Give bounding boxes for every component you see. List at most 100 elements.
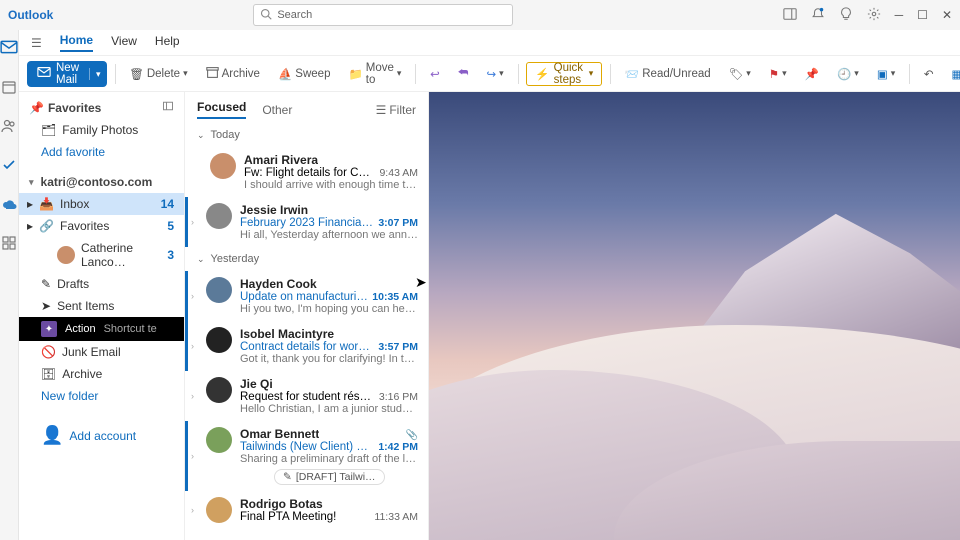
- drafts-icon: ✎: [41, 277, 51, 291]
- sender: Rodrigo Botas: [240, 497, 323, 511]
- chevron-down-icon: ▾: [891, 68, 896, 79]
- chevron-down-icon: ▾: [854, 68, 859, 79]
- folder-family-photos[interactable]: 🗂Family Photos: [19, 119, 184, 141]
- flag-button[interactable]: ⚑▾: [763, 61, 793, 87]
- search-box[interactable]: Search: [253, 4, 513, 26]
- shortcut-label: Shortcut te: [104, 323, 157, 335]
- attachment-icon: 📎: [406, 430, 418, 441]
- immersive-button[interactable]: ▦: [946, 61, 960, 87]
- lightning-icon: ⚡: [535, 67, 549, 81]
- chevron-right-icon[interactable]: ›: [191, 291, 194, 301]
- message-item[interactable]: › Rodrigo Botas Final PTA Meeting!11:33 …: [185, 491, 428, 529]
- calendar-rail-icon[interactable]: [1, 79, 17, 100]
- account-header[interactable]: katri@contoso.com: [41, 175, 153, 189]
- tab-other[interactable]: Other: [262, 103, 292, 117]
- chevron-right-icon[interactable]: ▸: [27, 219, 33, 233]
- tab-focused[interactable]: Focused: [197, 100, 246, 119]
- group-yesterday[interactable]: ⌄Yesterday: [185, 247, 428, 271]
- sender: Omar Bennett: [240, 427, 319, 441]
- pin-button[interactable]: 📌: [799, 61, 825, 87]
- message-item[interactable]: › Jessie Irwin February 2023 Financial R…: [185, 197, 428, 247]
- forward-button[interactable]: ↪▾: [480, 61, 509, 87]
- settings-icon[interactable]: [867, 7, 881, 24]
- add-account-link[interactable]: 👤Add account: [19, 421, 184, 450]
- maximize-icon[interactable]: ☐: [917, 8, 928, 22]
- cloud-rail-icon[interactable]: [1, 196, 17, 217]
- message-item[interactable]: › Hayden Cook Update on manufacturing pl…: [185, 271, 428, 321]
- timestamp: 11:33 AM: [374, 511, 418, 523]
- tab-home[interactable]: Home: [60, 33, 93, 52]
- message-item[interactable]: › Omar Bennett📎 Tailwinds (New Client) C…: [185, 421, 428, 491]
- chevron-right-icon[interactable]: ›: [191, 341, 194, 351]
- mail-rail-icon[interactable]: [0, 38, 18, 61]
- folder-favorites[interactable]: ▸🔗Favorites5: [19, 215, 184, 237]
- chevron-down-icon: ▾: [96, 69, 101, 79]
- delete-button[interactable]: 🗑Delete▾: [123, 61, 193, 87]
- sent-icon: ➤: [41, 299, 51, 313]
- addin-button[interactable]: ▣▾: [871, 61, 901, 87]
- folder-label: Junk Email: [62, 345, 121, 359]
- folder-label: Archive: [62, 367, 102, 381]
- new-mail-button[interactable]: New Mail ▾: [27, 61, 107, 87]
- folder-drafts[interactable]: ✎Drafts: [19, 273, 184, 295]
- message-item[interactable]: Amari Rivera Fw: Flight details for Cath…: [185, 147, 428, 197]
- new-mail-split[interactable]: ▾: [89, 68, 107, 80]
- collapse-icon[interactable]: [162, 100, 174, 115]
- folder-catherine[interactable]: Catherine Lanco…3: [19, 237, 184, 273]
- new-folder-link[interactable]: New folder: [19, 385, 184, 407]
- action-shortcut[interactable]: ✦ActionShortcut te: [19, 317, 184, 341]
- filter-button[interactable]: ☰Filter: [376, 103, 416, 117]
- chevron-right-icon[interactable]: ›: [191, 391, 194, 401]
- chevron-right-icon[interactable]: ›: [191, 505, 194, 515]
- panel-icon[interactable]: [783, 7, 797, 24]
- close-icon[interactable]: ✕: [942, 8, 952, 22]
- lightbulb-icon[interactable]: [839, 7, 853, 24]
- read-unread-button[interactable]: 📨Read/Unread: [619, 61, 717, 87]
- move-to-button[interactable]: 📁Move to▾: [342, 61, 407, 87]
- todo-rail-icon[interactable]: [1, 157, 17, 178]
- folder-junk[interactable]: 🚫Junk Email: [19, 341, 184, 363]
- reading-pane: [429, 92, 960, 540]
- folder-archive[interactable]: 🗄Archive: [19, 363, 184, 385]
- notifications-icon[interactable]: [811, 7, 825, 24]
- folder-inbox[interactable]: ▸📥Inbox14: [19, 193, 184, 215]
- avatar: [57, 246, 75, 264]
- add-favorite-link[interactable]: Add favorite: [19, 141, 184, 163]
- undo-button[interactable]: ↶: [918, 61, 940, 87]
- archive-button[interactable]: Archive: [200, 61, 266, 87]
- hamburger-icon[interactable]: ☰: [31, 36, 42, 50]
- chevron-right-icon[interactable]: ›: [191, 451, 194, 461]
- chevron-right-icon[interactable]: ▸: [27, 197, 33, 211]
- archive-icon: [206, 66, 219, 82]
- tag-button[interactable]: 🏷▾: [723, 61, 757, 87]
- chevron-down-icon[interactable]: ▾: [29, 177, 34, 188]
- chevron-down-icon: ▾: [183, 68, 188, 79]
- message-item[interactable]: › Jie Qi Request for student résumé revi…: [185, 371, 428, 421]
- preview: Hi you two, I'm hoping you can help me: [240, 303, 418, 315]
- add-favorite-label: Add favorite: [41, 145, 105, 159]
- action-icon: ✦: [41, 321, 57, 337]
- unread-count: 5: [167, 219, 174, 233]
- avatar: [206, 377, 232, 403]
- reply-button[interactable]: ↩: [424, 61, 446, 87]
- message-item[interactable]: › Isobel Macintyre Contract details for …: [185, 321, 428, 371]
- folder-sent[interactable]: ➤Sent Items: [19, 295, 184, 317]
- draft-chip[interactable]: ✎[DRAFT] Tailwi…: [274, 469, 385, 485]
- read-label: Read/Unread: [642, 68, 710, 80]
- people-rail-icon[interactable]: [1, 118, 17, 139]
- tab-view[interactable]: View: [111, 34, 137, 51]
- pin-icon: 📌: [29, 101, 44, 115]
- quick-steps-button[interactable]: ⚡Quick steps▾: [526, 62, 602, 86]
- sweep-button[interactable]: ⛵Sweep: [272, 61, 337, 87]
- minimize-icon[interactable]: ─: [895, 8, 904, 22]
- tab-help[interactable]: Help: [155, 34, 180, 51]
- reply-all-button[interactable]: ⮪: [452, 61, 475, 87]
- group-today[interactable]: ⌄Today: [185, 123, 428, 147]
- sweep-icon: ⛵: [278, 67, 292, 81]
- favorites-header[interactable]: Favorites: [48, 101, 101, 115]
- apps-rail-icon[interactable]: [1, 235, 17, 256]
- folder-pane: 📌 Favorites 🗂Family Photos Add favorite ▾…: [19, 92, 185, 540]
- folder-icon: 🗂: [41, 123, 56, 137]
- snooze-button[interactable]: 🕘▾: [831, 61, 865, 87]
- chevron-right-icon[interactable]: ›: [191, 217, 194, 227]
